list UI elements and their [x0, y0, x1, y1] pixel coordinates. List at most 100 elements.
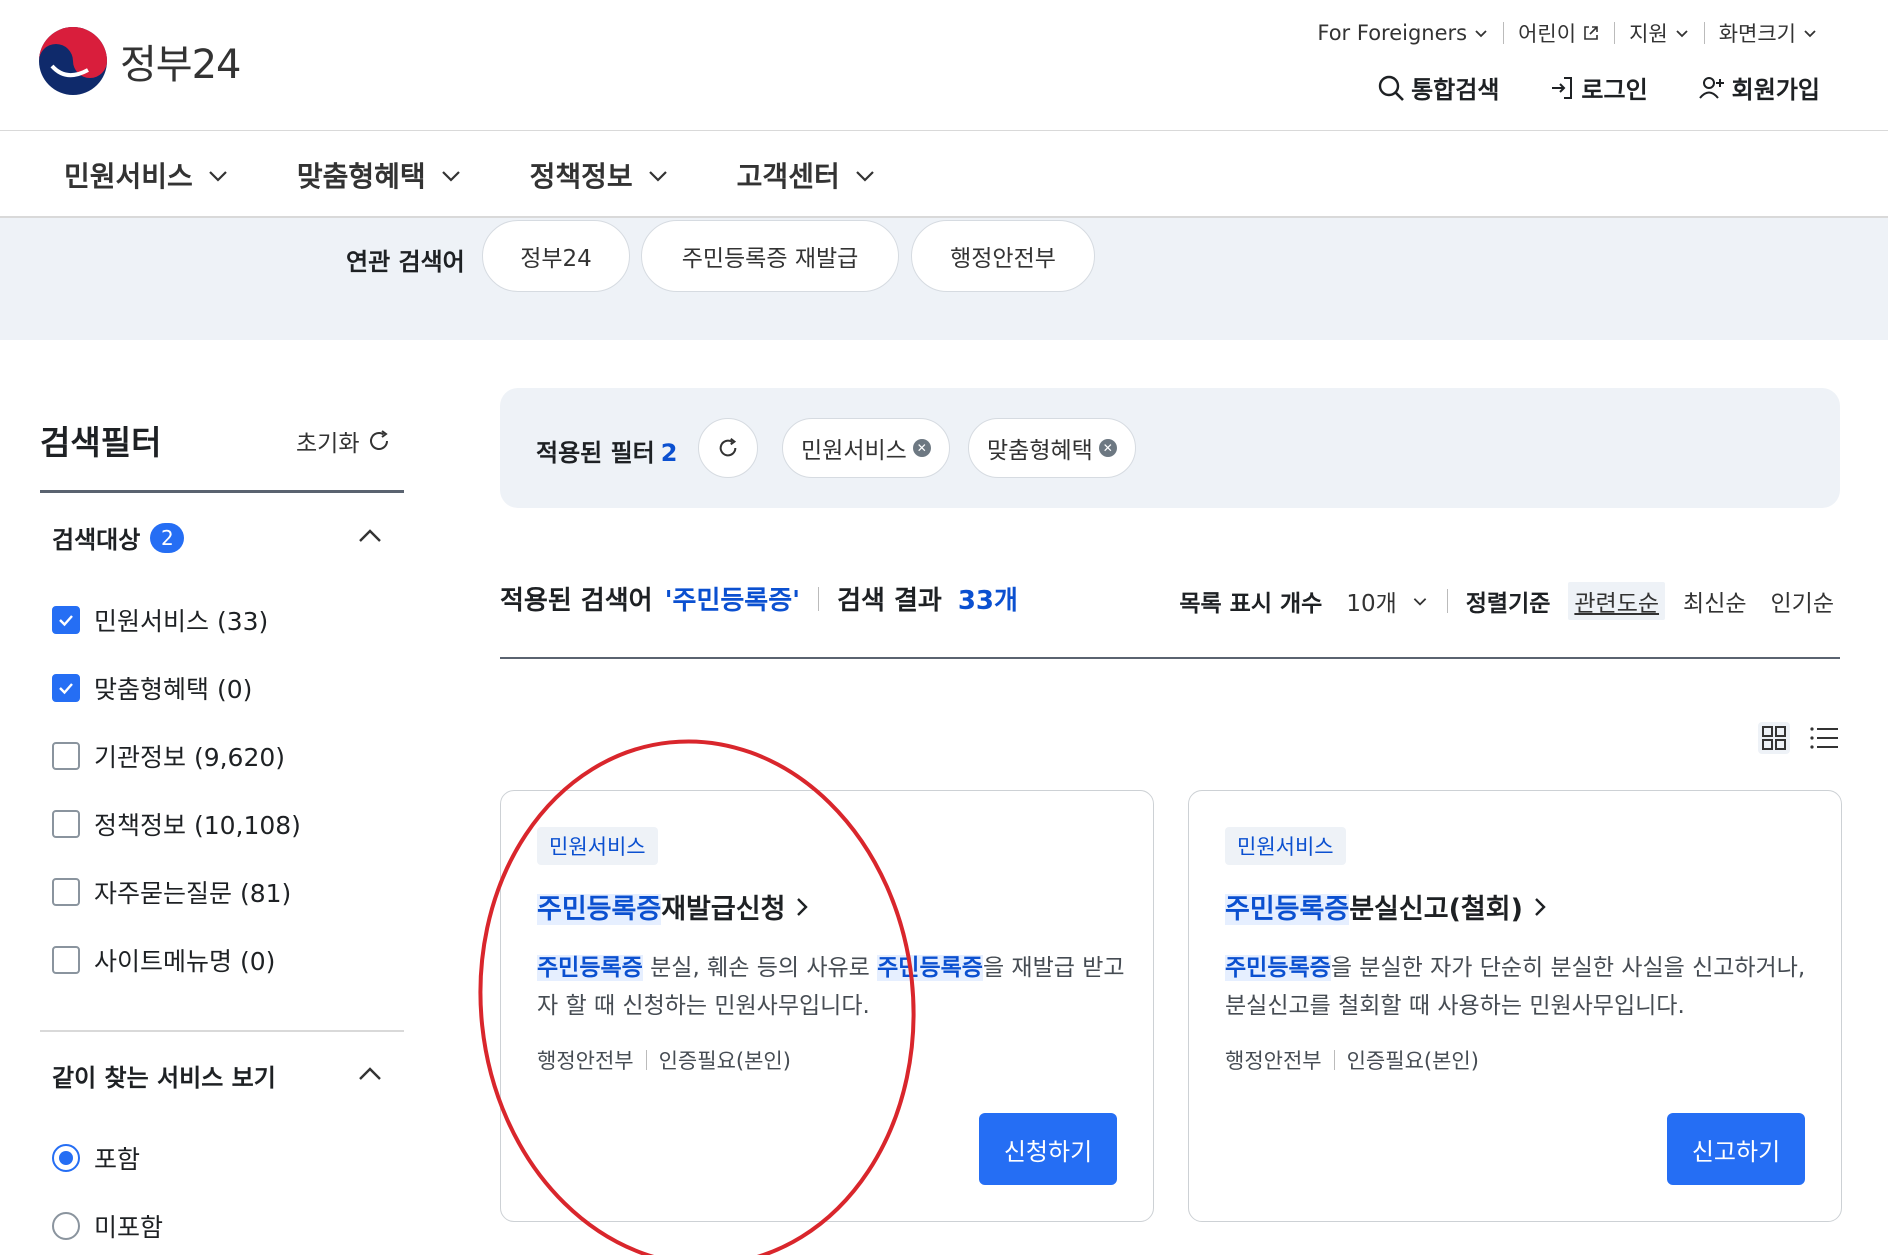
- search-icon: [1378, 75, 1405, 101]
- checkbox-label: 자주묻는질문 (81): [94, 879, 292, 908]
- divider: [818, 586, 820, 611]
- divider: [1446, 589, 1448, 613]
- checkbox-unchecked[interactable]: [52, 946, 80, 974]
- radio-unselected[interactable]: [52, 1212, 80, 1240]
- checkbox-unchecked[interactable]: [52, 742, 80, 770]
- login-button[interactable]: 로그인: [1549, 70, 1648, 105]
- site-header: 정부24 For Foreigners 어린이 지원 화면크기 통합검색 로그인…: [0, 0, 1888, 131]
- card-description: 주민등록증을 분실한 자가 단순히 분실한 사실을 신고하거나, 분실신고를 철…: [1225, 949, 1815, 1025]
- checkbox-unchecked[interactable]: [52, 878, 80, 906]
- title-highlight: 주민등록증: [537, 894, 662, 925]
- desc-highlight: 주민등록증: [537, 955, 643, 981]
- card-org: 행정안전부: [537, 1049, 634, 1073]
- filter-checkbox-agency-info[interactable]: 기관정보 (9,620): [52, 738, 285, 774]
- chevron-down-icon: [855, 171, 874, 182]
- gnb-label: 정책정보: [529, 160, 633, 193]
- card-description: 주민등록증 분실, 훼손 등의 사유로 주민등록증을 재발급 받고자 할 때 신…: [537, 949, 1127, 1025]
- filter-checkbox-custom-benefits[interactable]: 맞춤형혜택 (0): [52, 670, 252, 706]
- card-org: 행정안전부: [1225, 1049, 1322, 1073]
- card-title-link[interactable]: 주민등록증분실신고(철회): [1225, 887, 1549, 926]
- search-target-header[interactable]: 검색대상 2: [52, 520, 185, 555]
- apply-button[interactable]: 신청하기: [979, 1113, 1117, 1185]
- reset-label: 초기화: [296, 431, 360, 457]
- applied-chip-civil-services[interactable]: 민원서비스 ✕: [782, 418, 950, 478]
- page-size-select[interactable]: 10개: [1346, 584, 1428, 618]
- related-chip-gov24[interactable]: 정부24: [482, 220, 630, 292]
- util-screen-size[interactable]: 화면크기: [1705, 18, 1832, 48]
- search-target-count-badge: 2: [150, 522, 185, 553]
- sort-option-popular[interactable]: 인기순: [1771, 584, 1834, 618]
- util-label: 화면크기: [1718, 22, 1796, 46]
- related-chip-mois[interactable]: 행정안전부: [911, 220, 1095, 292]
- filter-checkbox-faq[interactable]: 자주묻는질문 (81): [52, 874, 291, 910]
- filter-checkbox-site-menu[interactable]: 사이트메뉴명 (0): [52, 942, 275, 978]
- filter-reset-button[interactable]: 초기화: [296, 424, 391, 458]
- refresh-icon: [370, 430, 389, 450]
- applied-chip-custom-benefits[interactable]: 맞춤형혜택 ✕: [968, 418, 1136, 478]
- chevron-up-icon[interactable]: [356, 524, 384, 548]
- together-services-title: 같이 찾는 서비스 보기: [52, 1064, 276, 1092]
- close-icon[interactable]: ✕: [1098, 439, 1117, 457]
- gnb-item-customer-center[interactable]: 고객센터: [737, 155, 876, 195]
- chevron-down-icon: [1804, 30, 1816, 38]
- checkbox-checked[interactable]: [52, 674, 80, 702]
- external-link-icon: [1584, 26, 1598, 40]
- checkbox-label: 정책정보 (10,108): [94, 811, 301, 840]
- category-tag: 민원서비스: [1225, 827, 1346, 865]
- util-support[interactable]: 지원: [1615, 18, 1704, 48]
- chevron-down-icon: [1475, 30, 1487, 38]
- sort-option-relevance[interactable]: 관련도순: [1568, 582, 1666, 620]
- chevron-up-icon[interactable]: [356, 1062, 384, 1086]
- desc-text: 분실, 훼손 등의 사유로: [642, 955, 878, 981]
- filter-checkbox-civil-services[interactable]: 민원서비스 (33): [52, 602, 268, 638]
- integrated-search-button[interactable]: 통합검색: [1377, 70, 1499, 105]
- login-icon: [1552, 76, 1573, 99]
- close-icon[interactable]: ✕: [912, 439, 931, 457]
- sort-option-latest[interactable]: 최신순: [1683, 584, 1746, 618]
- util-label: 지원: [1629, 22, 1668, 46]
- filter-checkbox-policy-info[interactable]: 정책정보 (10,108): [52, 806, 301, 842]
- site-logo[interactable]: 정부24: [38, 26, 241, 96]
- keyword-value: '주민등록증': [664, 586, 801, 616]
- signup-button[interactable]: 회원가입: [1698, 70, 1820, 105]
- gnb-label: 맞춤형혜택: [296, 160, 426, 193]
- radio-include[interactable]: 포함: [52, 1140, 140, 1176]
- chevron-right-icon: [797, 897, 809, 916]
- gnb-item-custom-benefits[interactable]: 맞춤형혜택: [297, 155, 462, 195]
- chevron-down-icon: [648, 171, 667, 182]
- applied-filter-count: 2: [660, 439, 678, 467]
- radio-exclude[interactable]: 미포함: [52, 1208, 163, 1244]
- applied-filter-text: 적용된 필터: [536, 439, 655, 467]
- gnb-item-civil-services[interactable]: 민원서비스: [64, 155, 229, 195]
- gnb-item-policy-info[interactable]: 정책정보: [530, 155, 669, 195]
- related-chip-id-reissue[interactable]: 주민등록증 재발급: [641, 220, 899, 292]
- card-title-link[interactable]: 주민등록증재발급신청: [537, 887, 811, 926]
- result-summary: 적용된 검색어 '주민등록증' 검색 결과 33개: [500, 580, 1018, 617]
- chevron-down-icon: [1676, 30, 1688, 38]
- grid-view-icon[interactable]: [1758, 722, 1790, 754]
- sort-label: 정렬기준: [1465, 591, 1551, 617]
- check-icon: [59, 615, 73, 627]
- checkbox-unchecked[interactable]: [52, 810, 80, 838]
- search-target-title: 검색대상: [52, 526, 141, 554]
- checkbox-checked[interactable]: [52, 606, 80, 634]
- desc-highlight: 주민등록증: [877, 955, 983, 981]
- card-auth: 인증필요(본인): [658, 1049, 791, 1073]
- applied-filter-label: 적용된 필터 2: [536, 433, 677, 468]
- report-button[interactable]: 신고하기: [1667, 1113, 1805, 1185]
- util-for-foreigners[interactable]: For Foreigners: [1303, 21, 1503, 45]
- keyword-label: 적용된 검색어: [500, 586, 653, 616]
- card-meta: 행정안전부 인증필요(본인): [537, 1045, 791, 1075]
- radio-selected[interactable]: [52, 1144, 80, 1172]
- title-highlight: 주민등록증: [1225, 894, 1350, 925]
- checkbox-label: 맞춤형혜택 (0): [94, 675, 253, 704]
- result-count: 33개: [957, 586, 1018, 616]
- utility-menu: For Foreigners 어린이 지원 화면크기: [1303, 18, 1832, 48]
- together-services-header[interactable]: 같이 찾는 서비스 보기: [52, 1058, 276, 1093]
- divider: [1333, 1050, 1335, 1070]
- util-kids[interactable]: 어린이: [1504, 18, 1614, 48]
- list-view-icon[interactable]: [1808, 722, 1840, 754]
- title-text: 재발급신청: [661, 894, 786, 925]
- applied-filter-reset-button[interactable]: [698, 418, 758, 478]
- checkbox-label: 기관정보 (9,620): [94, 743, 286, 772]
